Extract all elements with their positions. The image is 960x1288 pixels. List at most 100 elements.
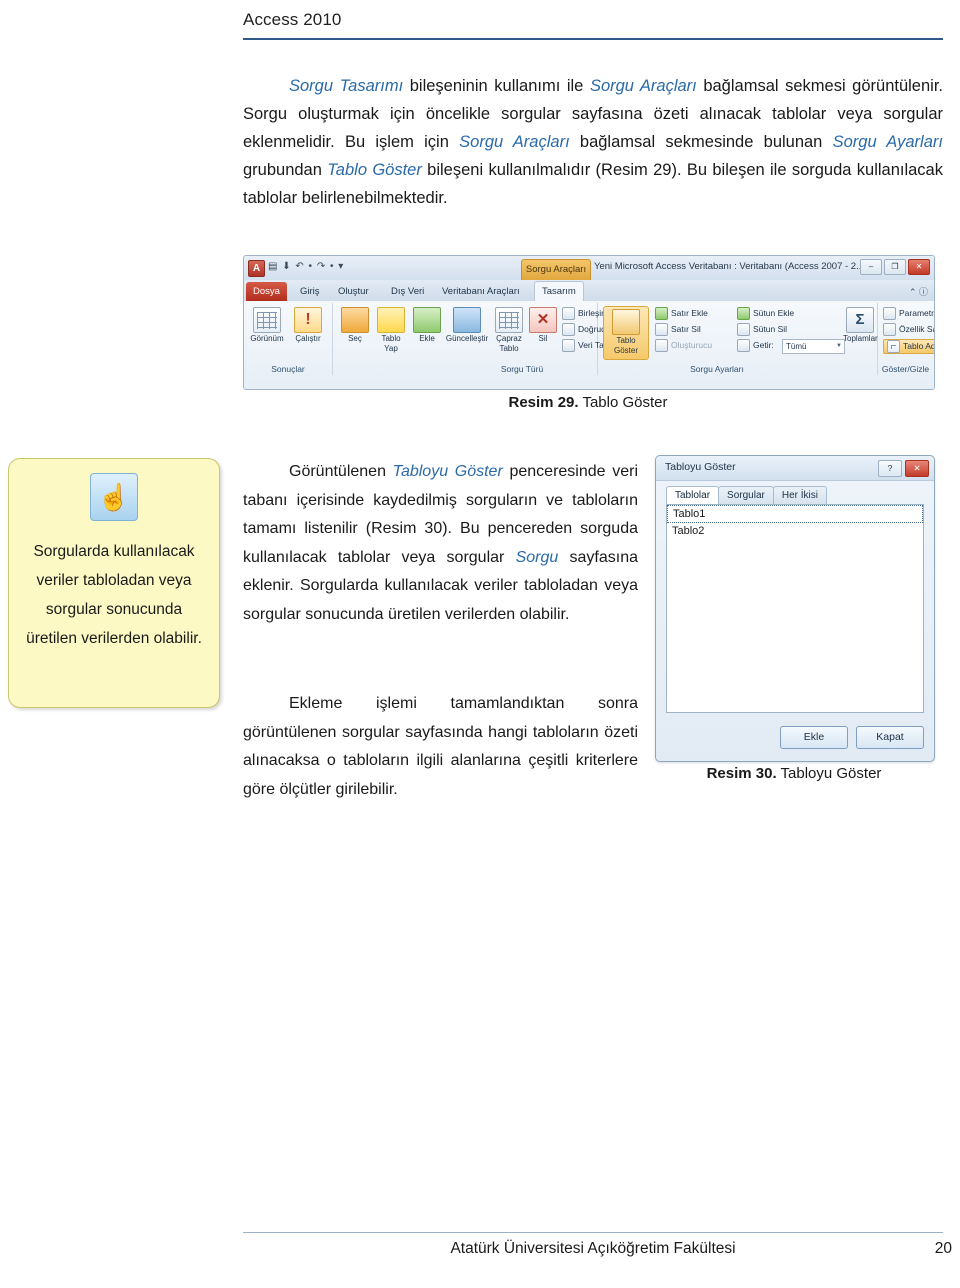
ribbon-button-ekle[interactable]: Ekle — [410, 307, 444, 344]
make-table-icon — [377, 307, 405, 333]
footer-divider — [243, 1232, 943, 1233]
ribbon-button-tablo-goster[interactable]: Tablo Göster — [603, 306, 649, 360]
maximize-icon[interactable]: ❐ — [884, 259, 906, 275]
help-icon[interactable]: ⌃ ⓘ — [909, 285, 928, 298]
term-sorgu: Sorgu — [515, 548, 559, 566]
ribbon-group-label-goster-gizle: Göster/Gizle — [881, 364, 930, 374]
ribbon-item-sutun-sil[interactable]: Sütun Sil — [737, 323, 787, 337]
header-divider — [243, 38, 943, 40]
ribbon-button-tablo-goster-label: Tablo Göster — [613, 336, 638, 355]
return-icon — [737, 339, 750, 353]
ribbon-titlebar: A ▤ ⬇ ↶ • ↷ • ▾ Sorgu Araçları Yeni Micr… — [244, 256, 934, 281]
figure-29-caption-label: Resim 29. — [508, 394, 579, 411]
quick-access-toolbar[interactable]: ▤ ⬇ ↶ • ↷ • ▾ — [268, 261, 344, 272]
callout-text: Sorgularda kullanılacak veriler tablolad… — [26, 543, 202, 647]
p1-text-4: grubundan — [243, 161, 328, 179]
figure-29-ribbon-screenshot: A ▤ ⬇ ↶ • ↷ • ▾ Sorgu Araçları Yeni Micr… — [243, 255, 935, 390]
ribbon-item-satir-ekle[interactable]: Satır Ekle — [655, 307, 708, 321]
insert-row-icon — [655, 307, 668, 321]
minimize-icon[interactable]: – — [860, 259, 882, 275]
p1-text-3: bağlamsal sekmesinde bulunan — [569, 133, 833, 151]
crosstab-query-icon — [495, 307, 523, 333]
ribbon-group-sonuclar: Görünüm ! Çalıştır Sonuçlar — [244, 303, 333, 375]
ribbon-item-ozellik-sayfasi[interactable]: Özellik Sayfası — [883, 323, 934, 337]
ribbon-group-goster-gizle: Parametreler Özellik Sayfası Tablo Adlar… — [877, 303, 934, 375]
term-sorgu-araclari-2: Sorgu Araçları — [459, 133, 570, 151]
dialog-title: Tabloyu Göster — [665, 461, 736, 473]
ribbon-button-toplamlar[interactable]: Σ Toplamlar — [843, 307, 878, 344]
insert-column-icon — [737, 307, 750, 321]
tab-dosya[interactable]: Dosya — [246, 282, 287, 301]
tab-veritabani-araclari[interactable]: Veritabanı Araçları — [435, 282, 527, 301]
term-sorgu-ayarlari: Sorgu Ayarları — [832, 133, 943, 151]
builder-icon — [655, 339, 668, 353]
tab-olustur[interactable]: Oluştur — [331, 282, 376, 301]
sigma-totals-icon: Σ — [846, 307, 874, 333]
ribbon-button-calistir[interactable]: ! Çalıştır — [289, 307, 327, 344]
show-table-icon — [612, 309, 640, 335]
ribbon-button-tablo-yap[interactable]: Tablo Yap — [374, 307, 408, 354]
list-item[interactable]: Tablo2 — [667, 523, 923, 539]
update-query-icon — [453, 307, 481, 333]
ribbon-button-ekle-label: Ekle — [419, 334, 435, 343]
close-button[interactable]: Kapat — [856, 726, 924, 749]
page-number: 20 — [934, 1240, 952, 1257]
list-item[interactable]: Tablo1 — [667, 505, 923, 523]
contextual-tab-group-label: Sorgu Araçları — [521, 259, 591, 281]
ribbon-button-toplamlar-label: Toplamlar — [843, 334, 878, 343]
paragraph-intro: Sorgu Tasarımı bileşeninin kullanımı ile… — [243, 72, 943, 212]
ribbon-button-capraz-tablo-label: Çapraz Tablo — [496, 334, 522, 353]
p1-text-1: bileşeninin kullanımı ile — [403, 77, 590, 95]
ribbon-group-label-sonuclar: Sonuçlar — [271, 364, 305, 374]
ribbon-group-label-sorgu-ayarlari: Sorgu Ayarları — [690, 364, 744, 374]
page-header-title: Access 2010 — [243, 10, 342, 29]
tab-sorgular[interactable]: Sorgular — [718, 486, 774, 506]
paragraph-ekleme-islemi: Ekleme işlemi tamamlandıktan sonra görün… — [243, 690, 638, 804]
figure-30-caption: Resim 30. Tabloyu Göster — [655, 765, 933, 782]
close-icon[interactable]: ✕ — [905, 460, 929, 477]
ribbon-item-olusturucu: Oluşturucu — [655, 339, 712, 353]
run-exclamation-icon: ! — [294, 307, 322, 333]
dialog-tabstrip[interactable]: Tablolar Sorgular Her İkisi — [666, 486, 827, 506]
ribbon-item-parametreler[interactable]: Parametreler — [883, 307, 934, 321]
dialog-buttons[interactable]: Ekle Kapat — [780, 726, 924, 749]
return-value-combobox[interactable]: Tümü — [782, 339, 845, 354]
dialog-table-list[interactable]: Tablo1 Tablo2 — [666, 504, 924, 713]
view-icon — [253, 307, 281, 333]
ribbon-button-guncellestir-label: Güncelleştir — [445, 334, 489, 343]
ribbon-item-getir[interactable]: Getir: — [737, 339, 774, 353]
ribbon-button-capraz-tablo[interactable]: Çapraz Tablo — [491, 307, 527, 354]
select-query-icon — [341, 307, 369, 333]
ribbon-content: Görünüm ! Çalıştır Sonuçlar Seç Tablo Ya… — [244, 301, 934, 389]
dialog-window-controls[interactable]: ? ✕ — [878, 460, 929, 477]
figure-29-caption: Resim 29. Tablo Göster — [243, 394, 933, 411]
tab-giris[interactable]: Giriş — [293, 282, 327, 301]
ribbon-item-tablo-adlari[interactable]: Tablo Adları — [883, 339, 934, 355]
passthrough-icon — [562, 323, 575, 337]
tab-dis-veri[interactable]: Dış Veri — [384, 282, 431, 301]
term-sorgu-araclari-1: Sorgu Araçları — [589, 77, 697, 95]
property-sheet-icon — [883, 323, 896, 337]
paragraph-tabloyu-goster: Görüntülenen Tabloyu Göster penceresinde… — [243, 458, 638, 629]
ribbon-tabstrip[interactable]: Dosya Giriş Oluştur Dış Veri Veritabanı … — [244, 280, 934, 303]
window-controls[interactable]: – ❐ ✕ — [860, 259, 930, 275]
tab-tablolar[interactable]: Tablolar — [666, 486, 720, 506]
footer-text: Atatürk Üniversitesi Açıköğretim Fakülte… — [450, 1240, 736, 1257]
ribbon-button-sil[interactable]: ✕ Sil — [529, 307, 557, 344]
ribbon-button-sec[interactable]: Seç — [338, 307, 372, 344]
tab-tasarim[interactable]: Tasarım — [534, 281, 584, 303]
term-tablo-goster: Tablo Göster — [327, 161, 422, 179]
close-icon[interactable]: ✕ — [908, 259, 930, 275]
tab-her-ikisi[interactable]: Her İkisi — [772, 486, 827, 506]
help-icon[interactable]: ? — [878, 460, 902, 477]
ribbon-group-sorgu-ayarlari: Tablo Göster Satır Ekle Satır Sil Oluştu… — [597, 303, 878, 375]
add-button[interactable]: Ekle — [780, 726, 848, 749]
dialog-titlebar: Tabloyu Göster ? ✕ — [656, 456, 934, 481]
ribbon-button-guncellestir[interactable]: Güncelleştir — [445, 307, 489, 344]
data-definition-icon — [562, 339, 575, 353]
ribbon-item-sutun-ekle[interactable]: Sütun Ekle — [737, 307, 794, 321]
ribbon-item-satir-sil[interactable]: Satır Sil — [655, 323, 701, 337]
table-names-icon — [887, 340, 900, 354]
ribbon-group-sorgu-turu: Seç Tablo Yap Ekle Güncelleştir Çapraz T… — [332, 303, 620, 375]
ribbon-button-gorunum[interactable]: Görünüm — [248, 307, 286, 344]
